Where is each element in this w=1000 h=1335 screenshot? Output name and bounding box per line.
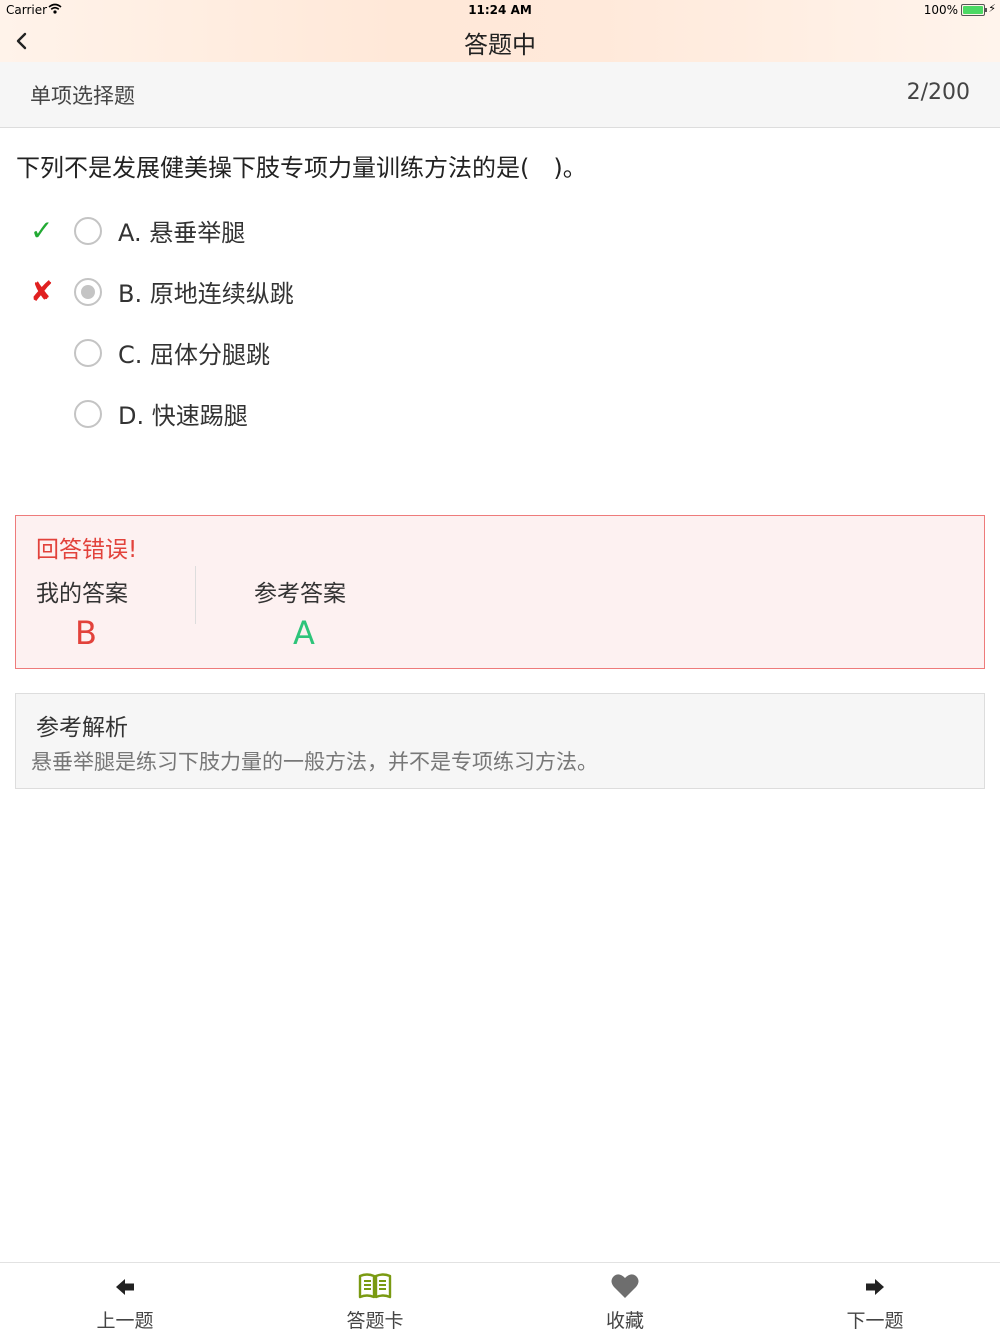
result-title: 回答错误!	[36, 537, 138, 563]
question-progress: 2/200	[906, 80, 970, 105]
tab-label: 答题卡	[346, 1310, 404, 1332]
status-bar: Carrier 11:24 AM 100% ⚡	[0, 0, 1000, 20]
reference-answer-label: 参考答案	[254, 581, 346, 607]
battery-percentage: 100%	[923, 3, 958, 17]
radio-button-d[interactable]	[74, 400, 102, 428]
option-a[interactable]: ✓ A. 悬垂举腿	[0, 207, 1000, 257]
my-answer-label: 我的答案	[36, 581, 128, 607]
page-title: 答题中	[464, 31, 536, 59]
radio-button-c[interactable]	[74, 339, 102, 367]
tab-label: 上一题	[96, 1310, 154, 1332]
option-label: C. 屈体分腿跳	[118, 341, 271, 369]
answer-result-box: 回答错误! 我的答案 参考答案 B A	[15, 515, 985, 669]
previous-question-button[interactable]: 上一题	[0, 1263, 250, 1335]
reference-answer-value: A	[293, 614, 315, 652]
arrow-right-icon	[750, 1271, 1000, 1301]
radio-button-b[interactable]	[74, 278, 102, 306]
question-type: 单项选择题	[30, 84, 135, 108]
my-answer-value: B	[75, 614, 97, 652]
result-divider	[195, 566, 196, 624]
analysis-text: 悬垂举腿是练习下肢力量的一般方法，并不是专项练习方法。	[31, 750, 598, 774]
charging-icon: ⚡	[988, 2, 996, 15]
navigation-bar: 答题中	[0, 20, 1000, 62]
option-b[interactable]: ✘ B. 原地连续纵跳	[0, 268, 1000, 318]
analysis-title: 参考解析	[36, 715, 128, 741]
checkmark-icon: ✓	[30, 214, 54, 247]
radio-selected-dot	[81, 285, 95, 299]
tab-label: 收藏	[605, 1310, 644, 1332]
book-icon	[250, 1271, 500, 1301]
tab-label: 下一题	[846, 1310, 904, 1332]
bottom-tab-bar: 上一题 答题卡 收藏 下一题	[0, 1262, 1000, 1335]
analysis-box: 参考解析 悬垂举腿是练习下肢力量的一般方法，并不是专项练习方法。	[15, 693, 985, 789]
battery-icon	[961, 4, 987, 16]
option-label: B. 原地连续纵跳	[118, 280, 294, 308]
question-text: 下列不是发展健美操下肢专项力量训练方法的是( )。	[16, 154, 587, 182]
option-c[interactable]: C. 屈体分腿跳	[0, 329, 1000, 379]
status-time: 11:24 AM	[468, 3, 532, 17]
option-label: A. 悬垂举腿	[118, 219, 246, 247]
next-question-button[interactable]: 下一题	[750, 1263, 1000, 1335]
heart-icon	[500, 1271, 750, 1301]
option-label: D. 快速踢腿	[118, 402, 248, 430]
cross-icon: ✘	[30, 275, 54, 308]
favorite-button[interactable]: 收藏	[500, 1263, 750, 1335]
question-subheader: 单项选择题 2/200	[0, 62, 1000, 128]
option-d[interactable]: D. 快速踢腿	[0, 390, 1000, 440]
radio-button-a[interactable]	[74, 217, 102, 245]
answer-card-button[interactable]: 答题卡	[250, 1263, 500, 1335]
arrow-left-icon	[0, 1271, 250, 1301]
